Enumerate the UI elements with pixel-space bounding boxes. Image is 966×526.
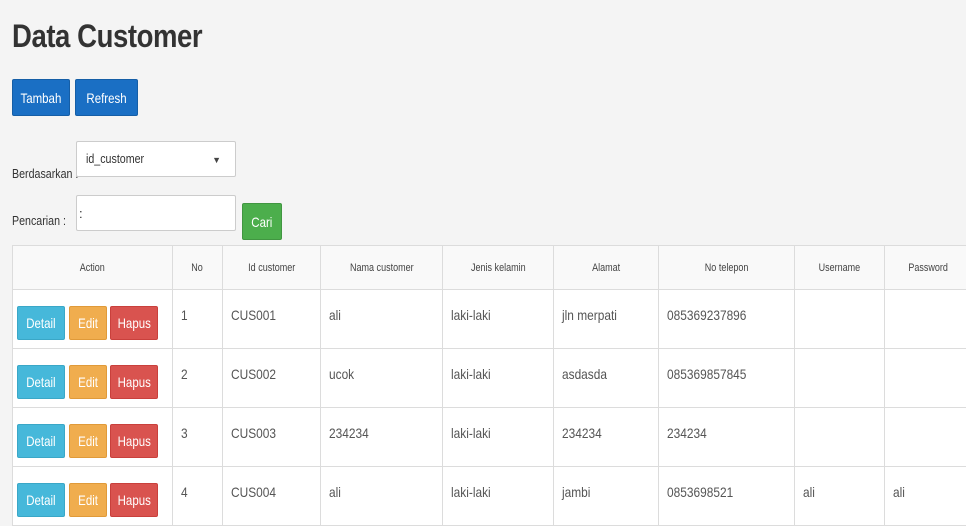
cell-password [885,290,966,349]
page: Data Customer Tambah Refresh Berdasarkan… [0,0,966,517]
hapus-button[interactable]: Hapus [110,365,158,399]
edit-button[interactable]: Edit [69,365,107,399]
search-input[interactable]: : [76,195,236,231]
cari-button-label: Cari [251,214,272,230]
search-input-colon: : [79,206,83,221]
table-header-row: Action No Id customer Nama customer Jeni… [13,246,966,290]
cell-telepon: 085369857845 [659,349,795,408]
berdasarkan-select[interactable]: id_customer ▼ [76,141,236,177]
edit-button[interactable]: Edit [69,306,107,340]
cell-id: CUS002 [223,349,321,408]
edit-button[interactable]: Edit [69,483,107,517]
cell-nama: 234234 [321,408,443,467]
header-no: No [173,246,223,290]
customer-table: Action No Id customer Nama customer Jeni… [12,245,966,526]
header-alamat: Alamat [554,246,659,290]
hapus-button[interactable]: Hapus [110,424,158,458]
header-action: Action [13,246,173,290]
cell-id: CUS003 [223,408,321,467]
cell-no: 1 [173,290,223,349]
action-cell: DetailEditHapus [13,349,173,408]
cari-button[interactable]: Cari [242,203,282,240]
hapus-button[interactable]: Hapus [110,306,158,340]
cell-jenis: laki-laki [443,349,554,408]
cell-alamat: jln merpati [554,290,659,349]
tambah-button[interactable]: Tambah [12,79,70,116]
cell-username [795,408,885,467]
cell-no: 2 [173,349,223,408]
header-password: Password [885,246,966,290]
action-cell: DetailEditHapus [13,408,173,467]
table-row: DetailEditHapus1CUS001alilaki-lakijln me… [13,290,966,349]
tambah-button-label: Tambah [21,90,62,106]
hapus-button[interactable]: Hapus [110,483,158,517]
header-jenis-kelamin: Jenis kelamin [443,246,554,290]
cell-alamat: asdasda [554,349,659,408]
cell-nama: ali [321,290,443,349]
cell-username [795,290,885,349]
berdasarkan-select-value: id_customer [86,151,144,166]
refresh-button[interactable]: Refresh [75,79,138,116]
header-id-customer: Id customer [223,246,321,290]
page-title: Data Customer [12,18,202,55]
header-nama-customer: Nama customer [321,246,443,290]
edit-button[interactable]: Edit [69,424,107,458]
header-no-telepon: No telepon [659,246,795,290]
dropdown-arrow-icon: ▼ [212,155,221,165]
berdasarkan-label: Berdasarkan : [12,166,78,181]
refresh-button-label: Refresh [86,90,126,106]
cell-alamat: 234234 [554,408,659,467]
cell-id: CUS001 [223,290,321,349]
cell-telepon: 234234 [659,408,795,467]
cell-password [885,408,966,467]
cell-telepon: 085369237896 [659,290,795,349]
cell-nama: ucok [321,349,443,408]
cell-no: 3 [173,408,223,467]
action-cell: DetailEditHapus [13,290,173,349]
table-row: DetailEditHapus3CUS003234234laki-laki234… [13,408,966,467]
header-username: Username [795,246,885,290]
cell-jenis: laki-laki [443,408,554,467]
pencarian-label: Pencarian : [12,213,66,228]
detail-button[interactable]: Detail [17,306,65,340]
table-row: DetailEditHapus2CUS002ucoklaki-lakiasdas… [13,349,966,408]
cell-username [795,349,885,408]
detail-button[interactable]: Detail [17,365,65,399]
detail-button[interactable]: Detail [17,483,65,517]
cell-jenis: laki-laki [443,290,554,349]
cell-password [885,349,966,408]
detail-button[interactable]: Detail [17,424,65,458]
